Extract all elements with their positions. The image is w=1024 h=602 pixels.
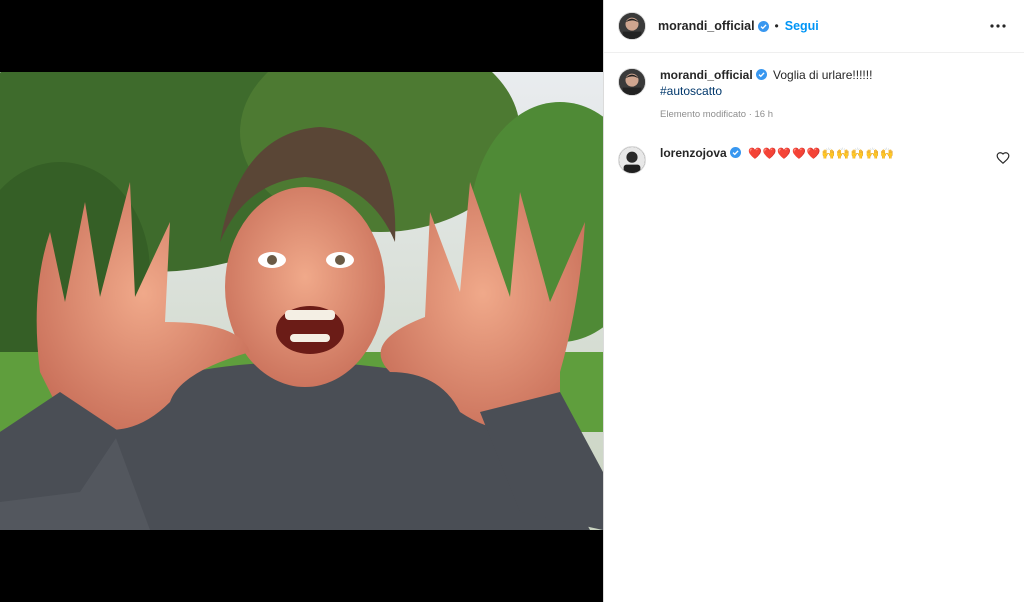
post-side-panel: morandi_official • Segui morandi_officia… <box>603 0 1024 602</box>
post-header: morandi_official • Segui <box>604 0 1024 53</box>
verified-badge-icon <box>729 147 741 158</box>
hashtag-link[interactable]: #autoscatto <box>660 83 1010 99</box>
comment-item: lorenzojova ❤️❤️❤️❤️❤️🙌🙌🙌🙌🙌 <box>618 145 1010 174</box>
author-username[interactable]: morandi_official <box>658 19 755 33</box>
caption-body: morandi_official Voglia di urlare!!!!!! … <box>660 67 1010 123</box>
comments-list: morandi_official Voglia di urlare!!!!!! … <box>604 53 1024 174</box>
media-pane <box>0 0 603 602</box>
commenter-avatar[interactable] <box>618 146 646 174</box>
separator-dot: • <box>774 19 779 33</box>
caption-meta: Elemento modificato · 16 h <box>660 109 774 120</box>
post-photo-image <box>0 72 603 530</box>
like-comment-heart-icon[interactable] <box>996 151 1010 165</box>
caption-username[interactable]: morandi_official <box>660 68 753 82</box>
follow-button[interactable]: Segui <box>785 19 819 33</box>
comment-text: ❤️❤️❤️❤️❤️🙌🙌🙌🙌🙌 <box>748 148 895 160</box>
caption-row: morandi_official Voglia di urlare!!!!!! … <box>618 67 1010 123</box>
verified-badge-icon <box>755 69 767 80</box>
caption-avatar[interactable] <box>618 68 646 96</box>
avatar[interactable] <box>618 12 646 40</box>
caption-text: Voglia di urlare!!!!!! <box>773 68 873 82</box>
post-photo[interactable] <box>0 72 603 530</box>
comment-body: lorenzojova ❤️❤️❤️❤️❤️🙌🙌🙌🙌🙌 <box>660 145 988 162</box>
more-horizontal-icon[interactable] <box>986 16 1010 36</box>
comment-username[interactable]: lorenzojova <box>660 146 727 160</box>
verified-badge-icon <box>757 20 769 32</box>
